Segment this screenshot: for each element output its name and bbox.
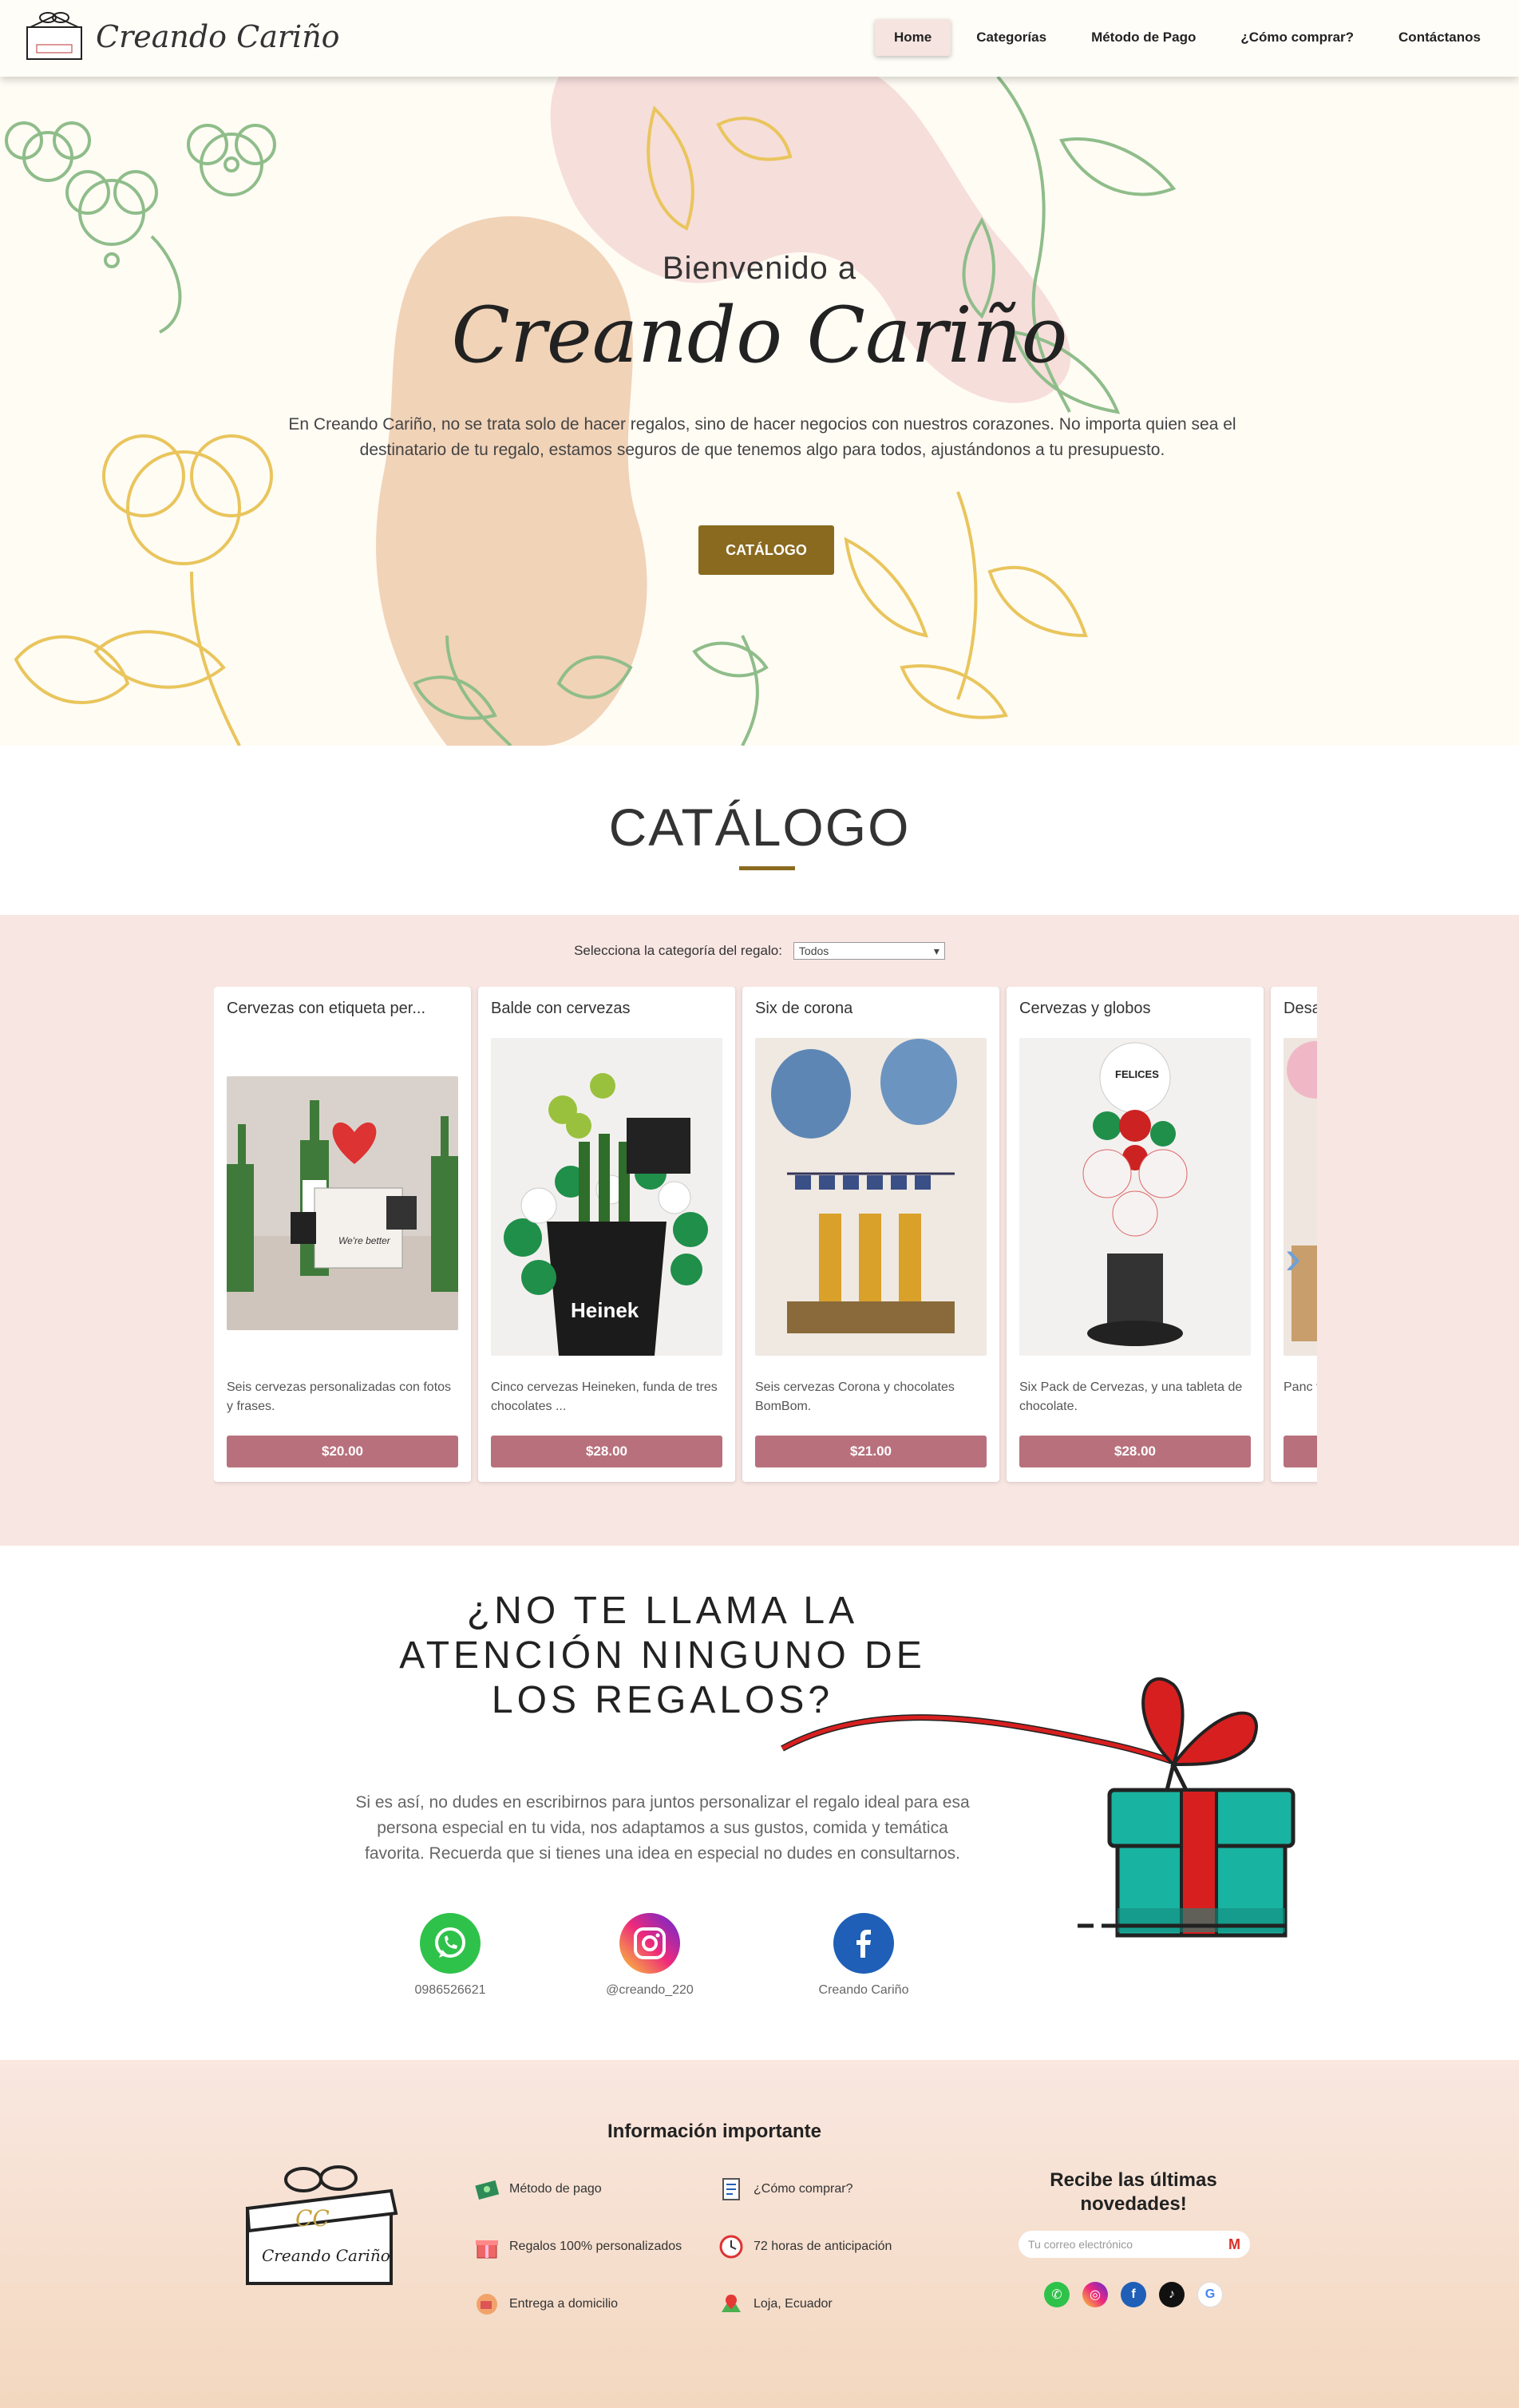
nav-contactanos[interactable]: Contáctanos xyxy=(1379,19,1500,56)
product-card[interactable]: Cervezas y globos FELICES Six Pack de Ce… xyxy=(1007,987,1264,1482)
footer-social-links: ✆ ◎ f ♪ G xyxy=(1044,2282,1223,2307)
hero-welcome-text: Bienvenido a xyxy=(662,251,857,286)
product-description: Six Pack de Cervezas, y una tableta de c… xyxy=(1019,1380,1243,1413)
footer-item-personalized[interactable]: Regalos 100% personalizados xyxy=(474,2234,682,2259)
nav-links: Home Categorías Método de Pago ¿Cómo com… xyxy=(874,19,1500,56)
svg-text:Heinek: Heinek xyxy=(571,1298,639,1322)
tiktok-icon[interactable]: ♪ xyxy=(1159,2282,1185,2307)
footer-logo-text: Creando Cariño xyxy=(262,2246,390,2265)
product-image[interactable]: We're better xyxy=(227,1076,458,1330)
category-filter: Selecciona la categoría del regalo: Todo… xyxy=(0,942,1519,960)
product-title: Cervezas con etiqueta per... xyxy=(227,1000,426,1017)
category-select-value: Todos xyxy=(798,945,829,957)
instagram-icon[interactable]: ◎ xyxy=(1082,2282,1108,2307)
checklist-icon xyxy=(718,2176,744,2202)
footer: Información importante CC Creando Cariño… xyxy=(0,2060,1519,2408)
hero-description: En Creando Cariño, no se trata solo de h… xyxy=(288,415,1236,459)
product-price-button[interactable]: $28.00 xyxy=(491,1436,722,1467)
money-icon xyxy=(474,2176,500,2202)
footer-item-payment[interactable]: Método de pago xyxy=(474,2176,602,2202)
footer-title: Información importante xyxy=(607,2121,822,2142)
category-filter-label: Selecciona la categoría del regalo: xyxy=(574,943,782,958)
product-image[interactable]: FELICES xyxy=(1019,1038,1251,1356)
product-card[interactable]: Balde con cervezas Heinek Cinco cervezas… xyxy=(478,987,735,1482)
carousel-next-arrow-icon[interactable]: › xyxy=(1285,1230,1301,1285)
newsletter-email-input[interactable]: Tu correo electrónico M xyxy=(1019,2231,1250,2258)
footer-item-label: Método de pago xyxy=(509,2182,602,2196)
facebook-page: Creando Cariño xyxy=(818,1983,909,1997)
top-navbar: Creando Cariño Home Categorías Método de… xyxy=(0,0,1519,77)
gmail-icon[interactable]: M xyxy=(1228,2236,1240,2253)
whatsapp-icon[interactable] xyxy=(420,1913,481,1974)
product-price-button[interactable] xyxy=(1284,1436,1317,1467)
newsletter-title: Recibe las últimas novedades! xyxy=(1050,2169,1217,2215)
footer-item-label: Loja, Ecuador xyxy=(754,2297,833,2311)
instagram-icon[interactable] xyxy=(619,1913,680,1974)
gift-box-illustration xyxy=(781,1677,1296,1938)
instagram-handle: @creando_220 xyxy=(606,1983,694,1997)
product-title: Six de corona xyxy=(755,1000,853,1017)
catalog-title-underline xyxy=(739,866,795,870)
footer-item-label: 72 horas de anticipación xyxy=(754,2240,892,2253)
whatsapp-icon[interactable]: ✆ xyxy=(1044,2282,1070,2307)
product-price-button[interactable]: $20.00 xyxy=(227,1436,458,1467)
catalog-button[interactable]: CATÁLOGO xyxy=(698,525,834,575)
whatsapp-contact[interactable]: 0986526621 xyxy=(378,1913,522,1998)
footer-item-location[interactable]: Loja, Ecuador xyxy=(718,2291,833,2317)
clock-icon xyxy=(718,2234,744,2259)
hero-section: Bienvenido a Creando Cariño En Creando C… xyxy=(0,77,1519,746)
location-icon xyxy=(718,2291,744,2317)
product-price-button[interactable]: $21.00 xyxy=(755,1436,987,1467)
footer-item-72-hours[interactable]: 72 horas de anticipación xyxy=(718,2234,892,2259)
nav-como-comprar[interactable]: ¿Cómo comprar? xyxy=(1221,19,1373,56)
gift-logo-icon[interactable] xyxy=(24,10,85,62)
product-title: Cervezas y globos xyxy=(1019,1000,1151,1017)
hero-brand-title: Creando Cariño xyxy=(451,291,1068,380)
product-image[interactable] xyxy=(1284,1038,1317,1356)
product-image[interactable] xyxy=(755,1038,987,1356)
product-title: Balde con cervezas xyxy=(491,1000,631,1017)
delivery-icon xyxy=(474,2291,500,2317)
product-description: Panc tigrill xyxy=(1284,1380,1317,1394)
category-select[interactable]: Todos ▾ xyxy=(793,942,945,960)
svg-text:CC: CC xyxy=(295,2205,330,2232)
product-description: Cinco cervezas Heineken, funda de tres c… xyxy=(491,1380,718,1413)
whatsapp-number: 0986526621 xyxy=(414,1983,486,1997)
nav-brand-name[interactable]: Creando Cariño xyxy=(96,19,340,54)
footer-item-delivery[interactable]: Entrega a domicilio xyxy=(474,2291,618,2317)
chevron-down-icon: ▾ xyxy=(933,944,939,957)
floral-background-illustration xyxy=(5,77,1177,746)
product-title: Desa xyxy=(1284,1000,1317,1017)
nav-categorias[interactable]: Categorías xyxy=(957,19,1066,56)
product-description: Seis cervezas personalizadas con fotos y… xyxy=(227,1380,452,1413)
footer-item-label: Regalos 100% personalizados xyxy=(509,2240,682,2253)
product-carousel[interactable]: Cervezas con etiqueta per... We're bette… xyxy=(214,987,1317,1498)
product-image[interactable]: Heinek xyxy=(491,1038,722,1356)
footer-item-label: ¿Cómo comprar? xyxy=(754,2182,853,2196)
product-description: Seis cervezas Corona y chocolates BomBom… xyxy=(755,1380,955,1413)
svg-text:We're better: We're better xyxy=(338,1235,391,1246)
nav-metodo-pago[interactable]: Método de Pago xyxy=(1072,19,1215,56)
footer-logo-icon: CC Creando Cariño xyxy=(245,2165,398,2285)
facebook-icon[interactable]: f xyxy=(1121,2282,1146,2307)
footer-item-how-to-buy[interactable]: ¿Cómo comprar? xyxy=(718,2176,852,2202)
svg-text:FELICES: FELICES xyxy=(1115,1068,1159,1080)
product-price-button[interactable]: $28.00 xyxy=(1019,1436,1251,1467)
instagram-contact[interactable]: @creando_220 xyxy=(578,1913,722,1998)
google-icon[interactable]: G xyxy=(1197,2282,1223,2307)
email-placeholder: Tu correo electrónico xyxy=(1028,2238,1133,2251)
gift-icon xyxy=(474,2234,500,2259)
product-card[interactable]: Six de corona Seis cervezas Corona y cho… xyxy=(742,987,999,1482)
product-card[interactable]: Cervezas con etiqueta per... We're bette… xyxy=(214,987,471,1482)
footer-item-label: Entrega a domicilio xyxy=(509,2297,619,2311)
catalog-title: CATÁLOGO xyxy=(608,798,911,857)
nav-home[interactable]: Home xyxy=(874,19,951,56)
